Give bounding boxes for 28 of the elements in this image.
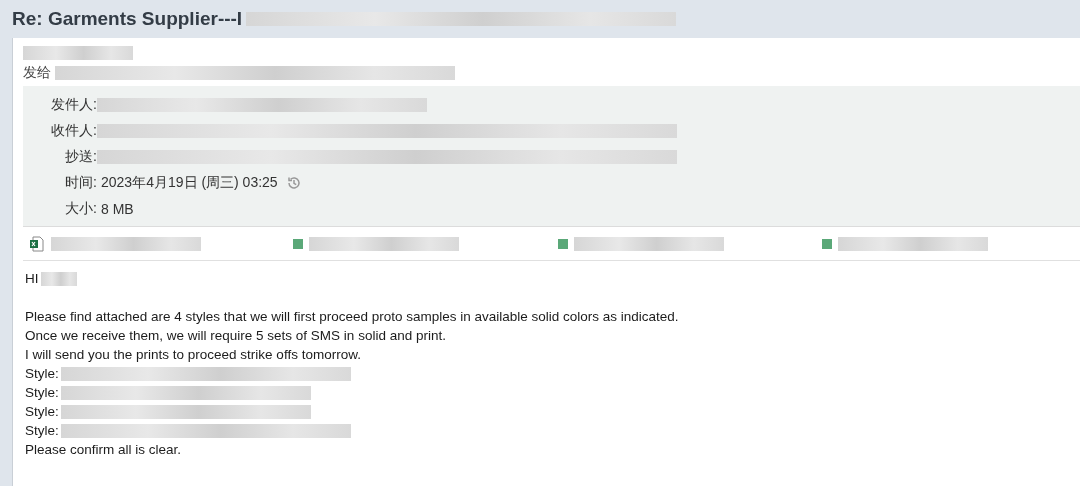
sent-time: 2023年4月19日 (周三) 03:25 <box>101 174 278 192</box>
field-label: 抄送: <box>64 148 97 166</box>
body-text: I will send you the prints to proceed strike offs tomorrow. <box>25 347 361 362</box>
style-label: Style: <box>25 366 59 381</box>
style-label: Style: <box>25 423 59 438</box>
greeting: HI <box>25 271 39 286</box>
attachment-name-redacted[interactable] <box>51 236 201 251</box>
file-icon[interactable] <box>293 238 304 249</box>
attachment-name-redacted[interactable] <box>309 236 460 251</box>
attachment-name-redacted[interactable] <box>573 236 724 251</box>
attachment-name-redacted[interactable] <box>837 236 988 251</box>
sent-to-label: 发给 <box>23 64 51 82</box>
history-icon[interactable] <box>285 175 302 191</box>
size-value: 8 MB <box>101 201 134 217</box>
spreadsheet-icon[interactable] <box>29 235 45 252</box>
body-text: Once we receive them, we will require 5 sets of SMS in solid and print. <box>25 328 446 343</box>
field-label: 大小: <box>64 200 97 218</box>
body-text: Please find attached are 4 styles that we will first proceed proto samples in available solid colors as indicated. <box>25 309 679 324</box>
field-label: 时间: <box>64 174 97 192</box>
email-subject: Re: Garments Supplier---I <box>12 8 243 30</box>
file-icon[interactable] <box>557 238 568 249</box>
field-label: 收件人: <box>50 122 97 140</box>
style-label: Style: <box>25 385 59 400</box>
file-icon[interactable] <box>821 238 832 249</box>
redacted-text <box>40 271 77 286</box>
field-label: 发件人: <box>50 96 97 114</box>
style-label: Style: <box>25 404 59 419</box>
body-text: Please confirm all is clear. <box>25 442 182 457</box>
